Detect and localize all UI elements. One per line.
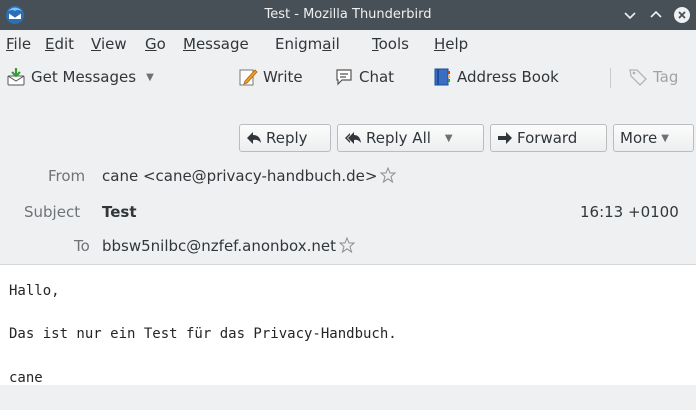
address-book-button[interactable]: Address Book [432, 64, 559, 90]
window-title: Test - Mozilla Thunderbird [264, 7, 432, 22]
tag-icon [629, 69, 647, 86]
menu-help[interactable]: Help [434, 35, 468, 53]
body-line: Hallo, [9, 283, 60, 299]
menu-enigmail[interactable]: Enigmail [275, 35, 340, 53]
star-icon[interactable] [380, 167, 397, 183]
chat-bubble-icon [336, 69, 352, 86]
maximize-icon[interactable] [648, 7, 664, 23]
address-book-icon [434, 68, 450, 86]
title-bar: Test - Mozilla Thunderbird [0, 0, 696, 30]
menu-view[interactable]: View [91, 35, 127, 53]
forward-button[interactable]: Forward [490, 124, 607, 152]
star-icon[interactable] [339, 237, 356, 253]
from-value: cane <cane@privacy-handbuch.de> [102, 167, 397, 185]
reply-all-button[interactable]: Reply All ▼ [337, 124, 484, 152]
menu-go[interactable]: Go [145, 35, 166, 53]
message-header-pane: Reply Reply All ▼ Forward More ▼ From ca… [0, 98, 696, 264]
to-value: bbsw5nilbc@nzfef.anonbox.net [102, 237, 356, 255]
message-body[interactable]: Hallo, Das ist nur ein Test für das Priv… [0, 264, 696, 386]
menu-edit[interactable]: Edit [45, 35, 74, 53]
from-address[interactable]: cane <cane@privacy-handbuch.de> [102, 167, 377, 185]
subject-label: Subject [24, 203, 81, 221]
chevron-down-icon: ▼ [661, 132, 669, 144]
minimize-icon[interactable] [622, 7, 638, 23]
menu-tools[interactable]: Tools [372, 35, 409, 53]
inbox-download-icon [7, 68, 25, 86]
chevron-down-icon[interactable]: ▼ [445, 133, 453, 144]
chevron-down-icon[interactable]: ▼ [146, 72, 154, 83]
more-button[interactable]: More ▼ [613, 124, 694, 152]
menu-message[interactable]: Message [183, 35, 249, 53]
main-toolbar: Get Messages ▼ Write Chat Address Book T… [0, 58, 696, 98]
write-button[interactable]: Write [238, 64, 303, 90]
reply-button[interactable]: Reply [239, 124, 331, 152]
menu-file[interactable]: File [6, 35, 31, 53]
toolbar-separator [610, 68, 611, 88]
to-label: To [74, 237, 90, 255]
subject-value: Test [102, 203, 137, 221]
body-line: Das ist nur ein Test für das Privacy-Han… [9, 326, 397, 342]
from-label: From [48, 167, 86, 185]
tag-button[interactable]: Tag [628, 64, 678, 90]
reply-arrow-icon [247, 132, 261, 144]
reply-all-arrow-icon [345, 132, 361, 144]
forward-arrow-icon [498, 132, 512, 144]
menu-bar: File Edit View Go Message Enigmail Tools… [0, 30, 696, 58]
to-address[interactable]: bbsw5nilbc@nzfef.anonbox.net [102, 237, 336, 255]
write-icon [239, 69, 258, 86]
date-value: 16:13 +0100 [580, 203, 679, 221]
chat-button[interactable]: Chat [334, 64, 394, 90]
close-icon[interactable] [674, 7, 690, 23]
get-messages-button[interactable]: Get Messages ▼ [6, 64, 154, 90]
body-line: cane [9, 370, 43, 386]
